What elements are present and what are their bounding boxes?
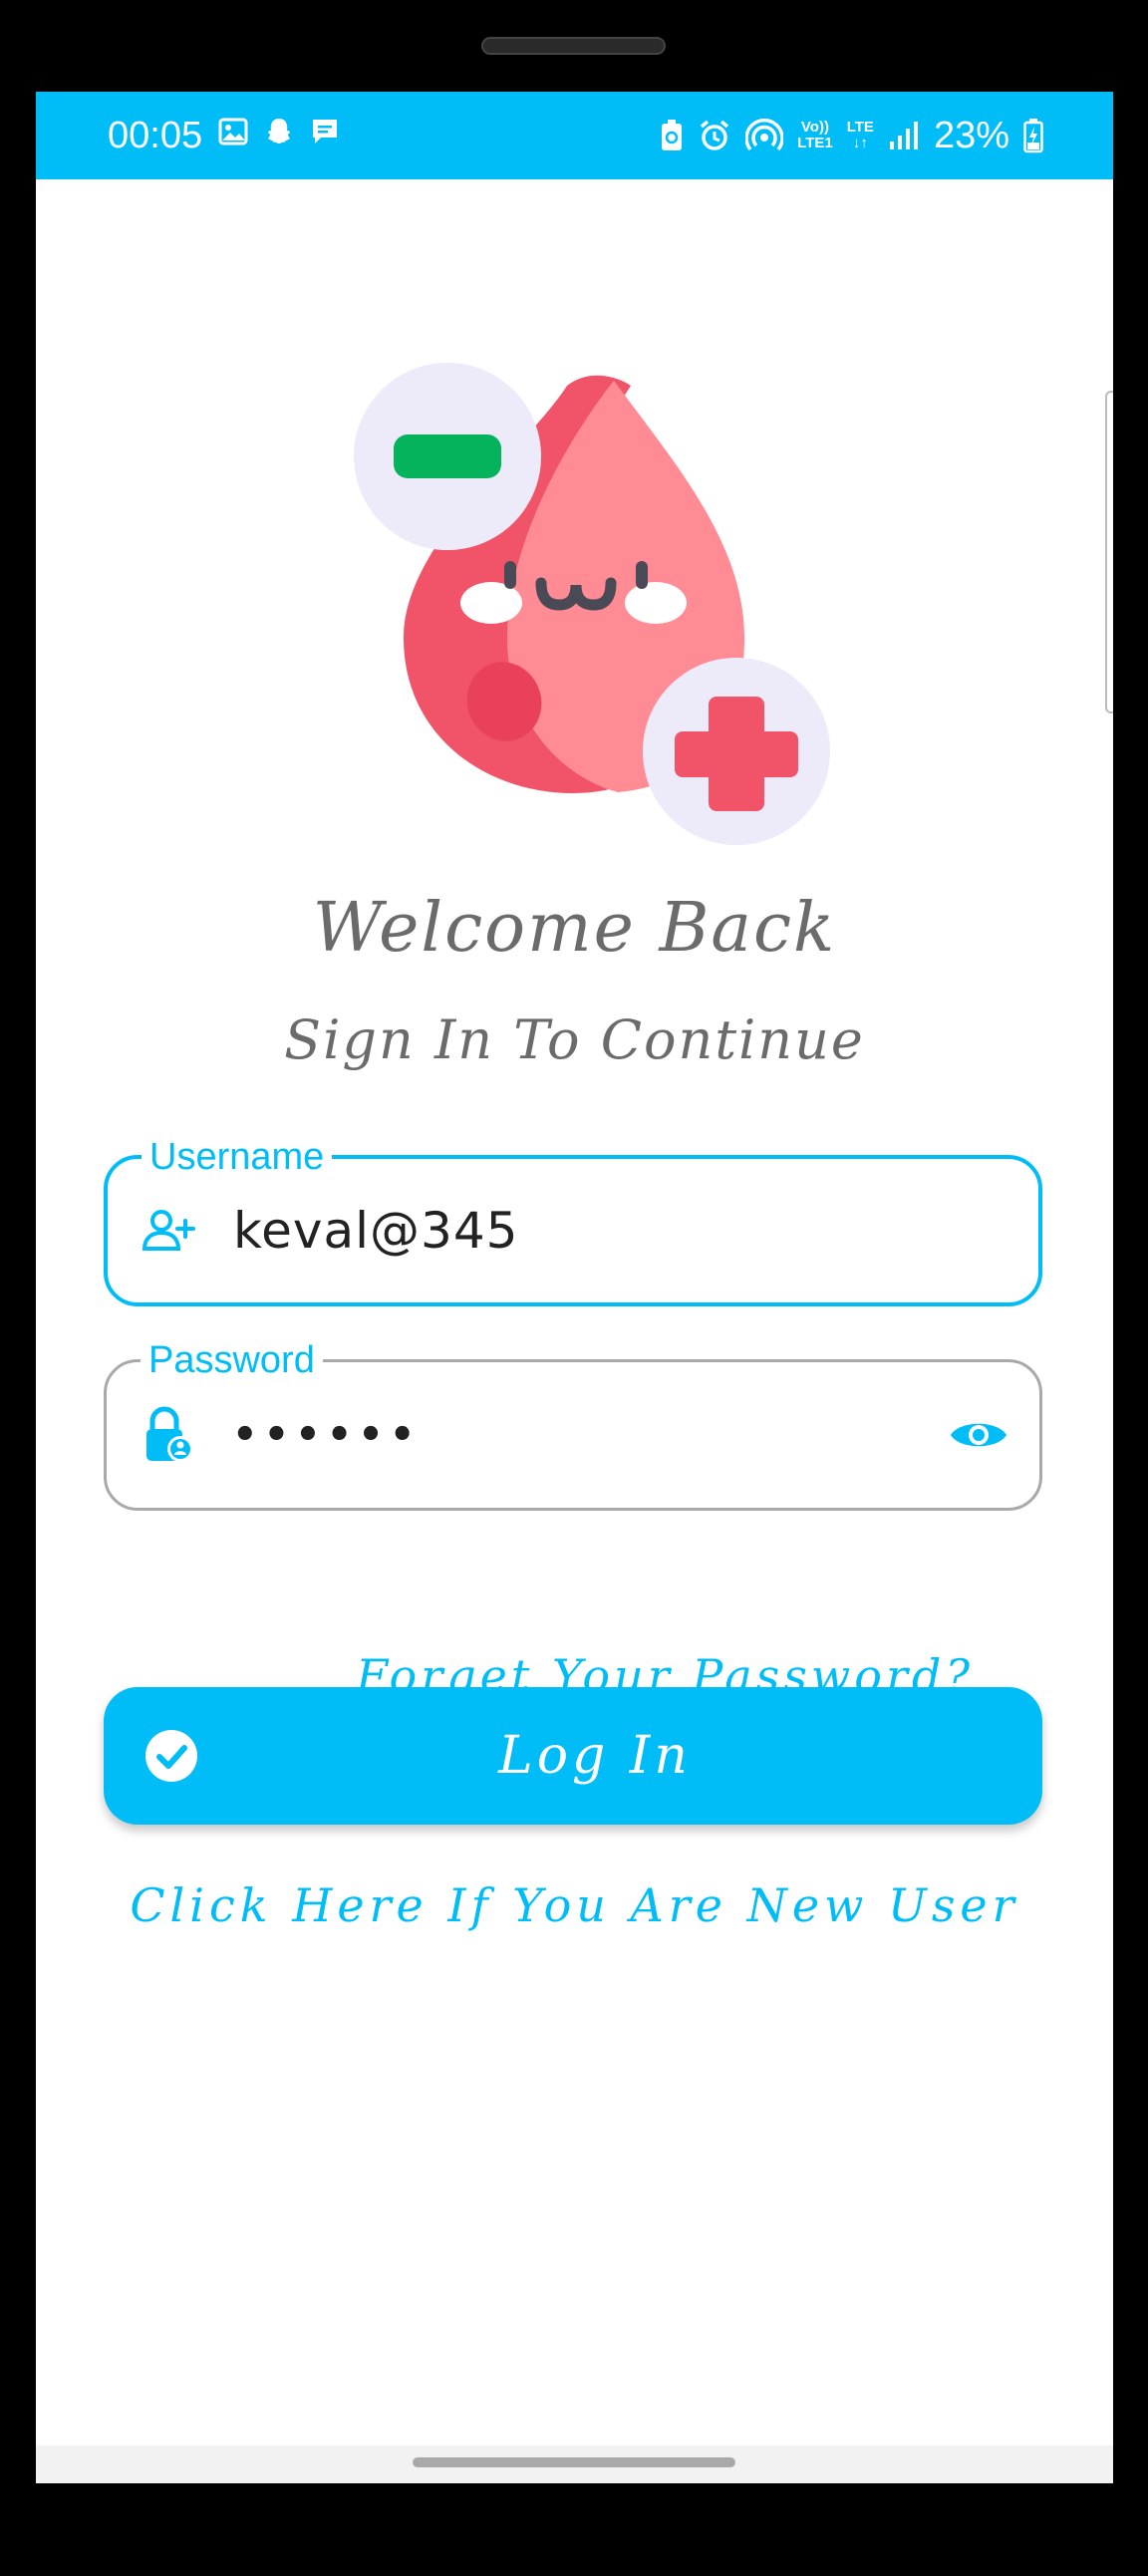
password-label: Password	[141, 1336, 323, 1384]
login-button[interactable]: Log In	[104, 1687, 1042, 1825]
navigation-bar	[36, 2445, 1113, 2483]
eye-icon[interactable]	[948, 1414, 1009, 1456]
add-user-icon	[142, 1210, 195, 1251]
blood-drop-mascot-icon	[354, 363, 830, 845]
username-field[interactable]: Username keval@345	[104, 1133, 1042, 1306]
lock-user-icon	[146, 1406, 193, 1462]
login-label: Log In	[498, 1726, 692, 1786]
password-input[interactable]: ••••••	[232, 1412, 421, 1458]
welcome-title: Welcome Back	[312, 889, 837, 968]
home-indicator[interactable]	[413, 2457, 735, 2467]
username-input[interactable]: keval@345	[233, 1202, 519, 1260]
app-screen: 00:05 Vo)) LTE1 LTE ↓↑ 23% Welcome Back …	[36, 92, 1113, 2483]
username-label: Username	[142, 1133, 333, 1181]
password-field[interactable]: Password ••••••	[104, 1336, 1042, 1511]
earpiece-speaker	[481, 37, 666, 55]
phone-frame: 00:05 Vo)) LTE1 LTE ↓↑ 23% Welcome Back …	[0, 0, 1148, 2576]
new-user-link[interactable]: Click Here If You Are New User	[36, 1878, 1113, 1932]
welcome-subtitle: Sign In To Continue	[284, 1008, 865, 1071]
